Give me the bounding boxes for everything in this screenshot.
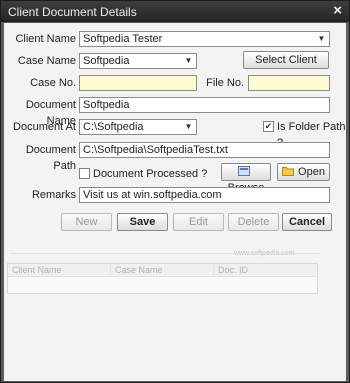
divider bbox=[10, 253, 320, 254]
document-processed-checkbox[interactable] bbox=[79, 168, 90, 179]
case-name-combobox[interactable]: Softpedia ▼ bbox=[79, 53, 197, 69]
column-header-client-name[interactable]: Client Name bbox=[8, 264, 111, 277]
chevron-down-icon[interactable]: ▼ bbox=[181, 54, 196, 68]
is-folder-path-checkbox[interactable]: ✔ bbox=[263, 121, 274, 132]
new-button[interactable]: New bbox=[61, 213, 112, 231]
remarks-input[interactable]: Visit us at win.softpedia.com bbox=[79, 187, 330, 203]
grid-header: Client Name Case Name Doc. ID bbox=[8, 264, 317, 277]
case-no-input[interactable] bbox=[79, 75, 197, 91]
documents-grid[interactable]: Client Name Case Name Doc. ID bbox=[7, 263, 318, 294]
case-name-label: Case Name bbox=[17, 55, 76, 67]
close-icon[interactable]: × bbox=[333, 2, 342, 19]
delete-button[interactable]: Delete bbox=[228, 213, 279, 231]
file-no-input[interactable] bbox=[248, 75, 330, 91]
edit-button[interactable]: Edit bbox=[173, 213, 224, 231]
title-bar: Client Document Details × bbox=[1, 1, 349, 22]
chevron-down-icon[interactable]: ▼ bbox=[181, 120, 196, 134]
file-no-label: File No. bbox=[206, 77, 244, 89]
browse-icon bbox=[238, 166, 250, 176]
client-name-combobox[interactable]: Softpedia Tester ▼ bbox=[79, 31, 330, 47]
select-client-button[interactable]: Select Client bbox=[243, 51, 329, 69]
save-button[interactable]: Save bbox=[117, 213, 168, 231]
document-at-value: C:\Softpedia bbox=[83, 121, 144, 133]
folder-icon bbox=[282, 167, 295, 176]
document-at-combobox[interactable]: C:\Softpedia ▼ bbox=[79, 119, 197, 135]
column-header-case-name[interactable]: Case Name bbox=[111, 264, 214, 277]
open-label: Open bbox=[298, 166, 325, 178]
document-name-input[interactable]: Softpedia bbox=[79, 97, 330, 113]
window-title: Client Document Details bbox=[8, 5, 137, 19]
form-area: Client Name Softpedia Tester ▼ Case Name… bbox=[4, 23, 346, 381]
column-header-doc-id[interactable]: Doc. ID bbox=[214, 264, 317, 277]
chevron-down-icon[interactable]: ▼ bbox=[314, 32, 329, 46]
case-name-value: Softpedia bbox=[83, 55, 130, 67]
browse-button[interactable]: Browse bbox=[221, 163, 271, 194]
document-processed-label: Document Processed ? bbox=[93, 168, 208, 180]
document-path-label: Document Path bbox=[25, 144, 76, 172]
case-no-label: Case No. bbox=[30, 77, 76, 89]
client-name-label: Client Name bbox=[15, 33, 76, 45]
open-button[interactable]: Open bbox=[277, 163, 330, 181]
client-document-window: Client Document Details × Client Name So… bbox=[0, 0, 350, 383]
cancel-button[interactable]: Cancel bbox=[282, 213, 332, 231]
remarks-label: Remarks bbox=[31, 189, 76, 201]
document-at-label: Document At bbox=[13, 121, 76, 133]
client-name-value: Softpedia Tester bbox=[83, 33, 163, 45]
document-path-input[interactable]: C:\Softpedia\SoftpediaTest.txt bbox=[79, 142, 330, 158]
